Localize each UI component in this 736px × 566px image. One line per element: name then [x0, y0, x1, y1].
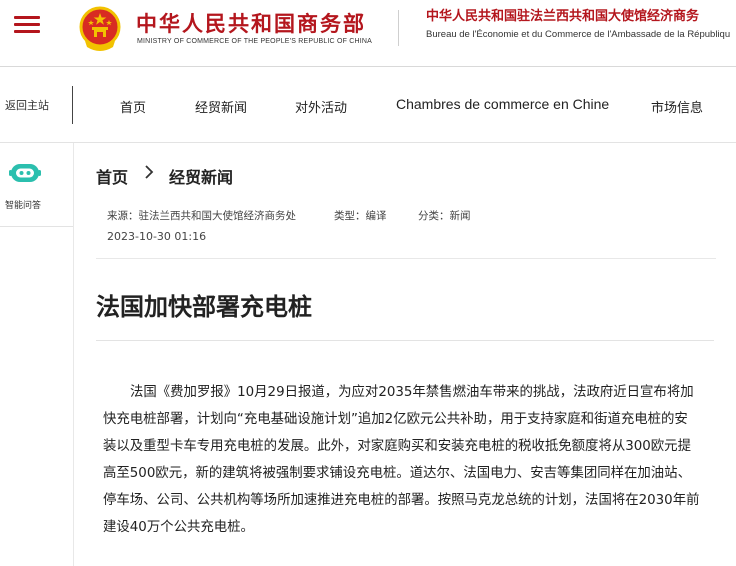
nav-rule: [0, 142, 736, 143]
article-category: 分类：新闻: [418, 210, 471, 222]
embassy-name-cn: 中华人民共和国驻法兰西共和国大使馆经济商务: [426, 9, 700, 24]
nav-item-external-activities[interactable]: 对外活动: [295, 97, 347, 116]
header-divider: [398, 10, 399, 46]
header-rule: [0, 66, 736, 67]
chatbot-icon[interactable]: [9, 161, 41, 187]
article-body-line: 快充电桩部署，计划向“充电基础设施计划”追加2亿欧元公共补助，用于支持家庭和街道…: [103, 412, 688, 427]
nav-item-market-info[interactable]: 市场信息: [651, 97, 703, 116]
article-type: 类型：编译: [334, 210, 387, 222]
breadcrumb-current[interactable]: 经贸新闻: [169, 164, 233, 188]
hamburger-menu-icon[interactable]: [14, 14, 40, 34]
ministry-name-cn: 中华人民共和国商务部: [136, 12, 366, 36]
article-body-line: 法国《费加罗报》10月29日报道，为应对2035年禁售燃油车带来的挑战，法政府近…: [130, 385, 694, 400]
article-title: 法国加快部署充电桩: [96, 293, 312, 321]
site-header: 中华人民共和国商务部 MINISTRY OF COMMERCE OF THE P…: [0, 0, 736, 66]
left-column-divider: [73, 143, 74, 566]
back-to-main-site-link[interactable]: 返回主站: [5, 97, 49, 113]
smart-qa-label[interactable]: 智能问答: [5, 198, 41, 211]
title-rule: [96, 340, 714, 341]
nav-divider: [72, 86, 73, 124]
sidebar-rule: [0, 226, 73, 227]
meta-rule: [96, 258, 716, 259]
article-body-line: 停车场、公司、公共机构等场所加速推进充电桩的部署。按照马克龙总统的计划，法国将在…: [103, 493, 700, 508]
ministry-name-en: MINISTRY OF COMMERCE OF THE PEOPLE'S REP…: [137, 38, 373, 45]
chevron-right-icon: [145, 165, 154, 179]
article-body-line: 装以及重型卡车专用充电桩的发展。此外，对家庭购买和安装充电桩的税收抵免额度将从3…: [103, 439, 691, 454]
article-body-line: 高至500欧元，新的建筑将被强制要求铺设充电桩。道达尔、法国电力、安吉等集团同样…: [103, 466, 691, 481]
national-emblem-icon: [79, 6, 121, 51]
nav-item-trade-news[interactable]: 经贸新闻: [195, 97, 247, 116]
article-body: 法国《费加罗报》10月29日报道，为应对2035年禁售燃油车带来的挑战，法政府近…: [103, 379, 715, 541]
embassy-name-fr: Bureau de l'Économie et du Commerce de l…: [426, 29, 731, 40]
article-datetime: 2023-10-30 01:16: [107, 230, 207, 243]
article-body-line: 建设40万个公共充电桩。: [103, 520, 254, 535]
nav-item-chambres-de-commerce[interactable]: Chambres de commerce en Chine: [396, 96, 609, 112]
nav-item-home[interactable]: 首页: [120, 97, 146, 116]
breadcrumb-home[interactable]: 首页: [96, 164, 128, 188]
article-source: 来源：驻法兰西共和国大使馆经济商务处: [107, 210, 296, 222]
